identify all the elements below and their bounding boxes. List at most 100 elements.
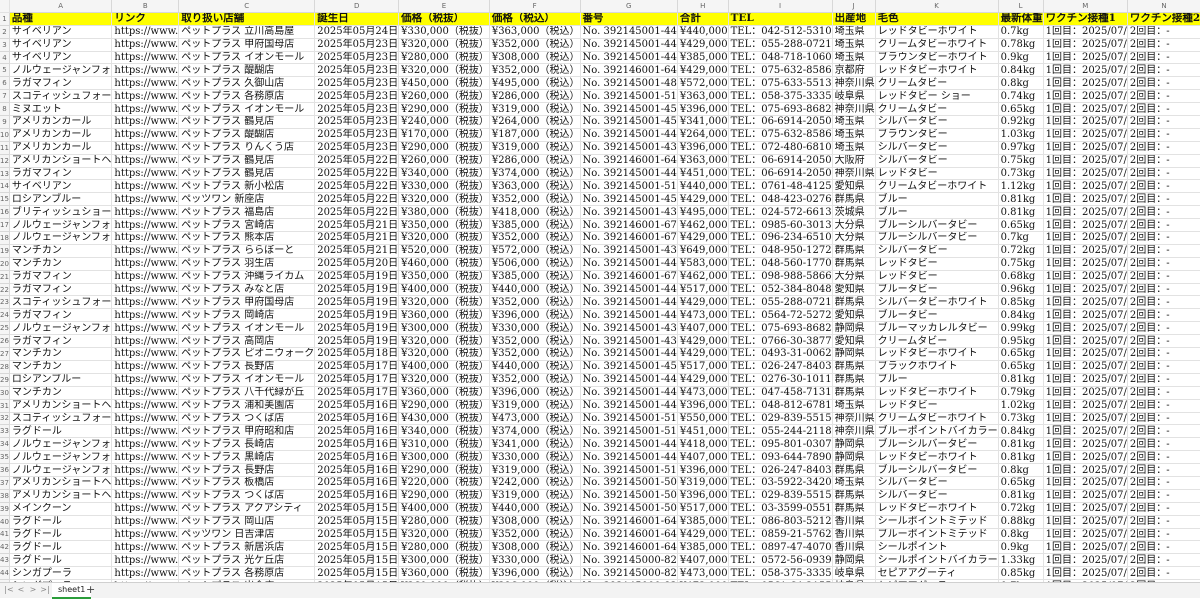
table-cell[interactable]: https://www. xyxy=(111,424,180,439)
table-cell[interactable]: 2回目：- xyxy=(1127,283,1200,297)
table-cell[interactable]: ¥352,000（税込） xyxy=(489,231,581,245)
table-cell[interactable]: ¥440,000（税込） xyxy=(489,502,581,516)
table-cell[interactable]: 2025年05月23日 xyxy=(314,38,400,52)
table-cell[interactable]: 1回目：2025/07/ xyxy=(1043,102,1128,117)
table-cell[interactable]: ロシアンブルー xyxy=(9,192,113,207)
table-cell[interactable]: ¥440,000（税込） xyxy=(489,283,581,297)
table-cell[interactable]: 1回目：2025/07/ xyxy=(1043,128,1128,142)
table-cell[interactable]: TEL：06-6914-2050 xyxy=(728,167,833,181)
table-cell[interactable]: 大分県 xyxy=(832,231,876,245)
table-cell[interactable]: ¥396,000 xyxy=(677,463,729,477)
table-cell[interactable]: 1回目：2025/07/ xyxy=(1043,528,1128,542)
table-cell[interactable]: 1.12kg xyxy=(998,179,1044,194)
table-cell[interactable]: 静岡県 xyxy=(832,437,876,452)
table-cell[interactable]: TEL：047-458-7131 xyxy=(728,386,833,400)
column-header[interactable]: H xyxy=(677,0,729,13)
row-number[interactable]: 23 xyxy=(0,295,10,310)
table-cell[interactable]: ノルウェージャンフォ xyxy=(9,231,113,245)
table-cell[interactable]: 2回目：- xyxy=(1127,179,1200,194)
data-table[interactable]: ABCDEFGHIJKLMNO 1品種リンク取り扱い店舗誕生日価格（税抜）価格（… xyxy=(0,0,1200,582)
table-cell[interactable]: 2回目：- xyxy=(1127,51,1200,65)
table-cell[interactable]: ¥170,000（税抜） xyxy=(398,128,490,142)
table-cell[interactable]: 2025年05月23日 xyxy=(314,76,400,91)
column-header[interactable]: B xyxy=(111,0,180,13)
column-header[interactable]: E xyxy=(398,0,490,13)
table-cell[interactable]: 2025年05月16日 xyxy=(314,476,400,490)
last-sheet-icon[interactable]: >| xyxy=(40,585,50,595)
table-cell[interactable]: No. 392145001-45 xyxy=(580,360,678,374)
table-cell[interactable]: ラグドール xyxy=(9,515,113,529)
table-cell[interactable]: 1.02kg xyxy=(998,399,1044,413)
table-cell[interactable]: ¥363,000（税込） xyxy=(489,179,581,194)
table-cell[interactable]: ¥440,000 xyxy=(677,25,729,39)
row-number[interactable]: 37 xyxy=(0,476,10,490)
table-cell[interactable]: ¥319,000（税込） xyxy=(489,102,581,117)
table-cell[interactable]: ロシアンブルー xyxy=(9,373,113,387)
table-cell[interactable]: https://www. xyxy=(111,89,180,104)
table-cell[interactable]: クリームタビー xyxy=(875,102,999,117)
row-number[interactable]: 42 xyxy=(0,540,10,555)
table-cell[interactable]: 0.95kg xyxy=(998,334,1044,349)
table-cell[interactable]: ¥320,000（税抜） xyxy=(398,38,490,52)
spreadsheet-grid[interactable]: ABCDEFGHIJKLMNO 1品種リンク取り扱い店舗誕生日価格（税抜）価格（… xyxy=(0,0,1200,582)
table-cell[interactable]: 埼玉県 xyxy=(832,51,876,65)
table-cell[interactable]: https://www. xyxy=(111,399,180,413)
row-number[interactable]: 34 xyxy=(0,437,10,452)
row-number[interactable]: 2 xyxy=(0,25,10,39)
table-cell[interactable]: 1回目：2025/07/ xyxy=(1043,89,1128,104)
row-number[interactable]: 29 xyxy=(0,373,10,387)
table-cell[interactable]: TEL：093-644-7890 xyxy=(728,450,833,465)
table-cell[interactable]: ブルー xyxy=(875,205,999,220)
table-cell[interactable]: ブルーシルバータビー xyxy=(875,437,999,452)
header-cell[interactable]: 価格（税抜） xyxy=(398,12,490,26)
table-cell[interactable]: https://www. xyxy=(111,218,180,233)
table-cell[interactable]: 1回目：2025/07/ xyxy=(1043,283,1128,297)
table-cell[interactable]: 0.81kg xyxy=(998,489,1044,503)
table-cell[interactable]: 2025年05月19日 xyxy=(314,283,400,297)
table-cell[interactable]: 2025年05月16日 xyxy=(314,412,400,426)
table-cell[interactable]: ¥649,000 xyxy=(677,244,729,258)
table-cell[interactable]: TEL：0859-21-5762 xyxy=(728,528,833,542)
table-cell[interactable]: No. 392145001-44 xyxy=(580,308,678,323)
row-number[interactable]: 1 xyxy=(0,12,10,26)
table-cell[interactable]: ノルウェージャンフォ xyxy=(9,463,113,477)
table-cell[interactable]: https://www. xyxy=(111,386,180,400)
table-cell[interactable]: ペットプラス 岡崎店 xyxy=(178,308,316,323)
table-cell[interactable]: ペットプラス りんくう店 xyxy=(178,141,316,155)
table-cell[interactable]: 2025年05月16日 xyxy=(314,424,400,439)
table-cell[interactable]: 2回目：- xyxy=(1127,450,1200,465)
table-cell[interactable]: TEL：096-234-6510 xyxy=(728,231,833,245)
table-cell[interactable]: 2回目：- xyxy=(1127,205,1200,220)
table-cell[interactable]: ¥572,000（税込） xyxy=(489,244,581,258)
table-cell[interactable]: 2025年05月16日 xyxy=(314,437,400,452)
table-cell[interactable]: 静岡県 xyxy=(832,347,876,361)
table-cell[interactable]: TEL：095-801-0307 xyxy=(728,437,833,452)
column-header[interactable]: N xyxy=(1127,0,1200,13)
table-cell[interactable]: ¥451,000 xyxy=(677,424,729,439)
table-cell[interactable]: ¥319,000（税込） xyxy=(489,489,581,503)
table-cell[interactable]: ¥380,000（税抜） xyxy=(398,205,490,220)
table-cell[interactable]: ブリティッシュショー xyxy=(9,205,113,220)
row-number[interactable]: 20 xyxy=(0,257,10,271)
table-cell[interactable]: ¥374,000（税込） xyxy=(489,424,581,439)
table-cell[interactable]: ¥320,000（税抜） xyxy=(398,192,490,207)
table-cell[interactable]: 1.03kg xyxy=(998,128,1044,142)
row-number[interactable]: 15 xyxy=(0,192,10,207)
row-number[interactable]: 17 xyxy=(0,218,10,233)
table-cell[interactable]: 神奈川県 xyxy=(832,412,876,426)
column-header[interactable]: K xyxy=(875,0,999,13)
table-cell[interactable]: https://www. xyxy=(111,38,180,52)
table-cell[interactable]: 静岡県 xyxy=(832,553,876,568)
table-cell[interactable]: 2025年05月23日 xyxy=(314,141,400,155)
table-cell[interactable]: ¥350,000（税抜） xyxy=(398,218,490,233)
table-cell[interactable]: ペットプラス 醍醐店 xyxy=(178,63,316,78)
table-cell[interactable]: 2025年05月21日 xyxy=(314,231,400,245)
table-cell[interactable]: ラグドール xyxy=(9,540,113,555)
table-cell[interactable]: No. 392145001-50 xyxy=(580,502,678,516)
table-cell[interactable]: シルバータビー xyxy=(875,476,999,490)
table-cell[interactable]: ペットプラス 福島店 xyxy=(178,205,316,220)
table-cell[interactable]: 2回目：- xyxy=(1127,115,1200,129)
table-cell[interactable]: クリームタビー xyxy=(875,76,999,91)
table-cell[interactable]: ¥517,000 xyxy=(677,502,729,516)
table-cell[interactable]: ¥308,000（税込） xyxy=(489,540,581,555)
